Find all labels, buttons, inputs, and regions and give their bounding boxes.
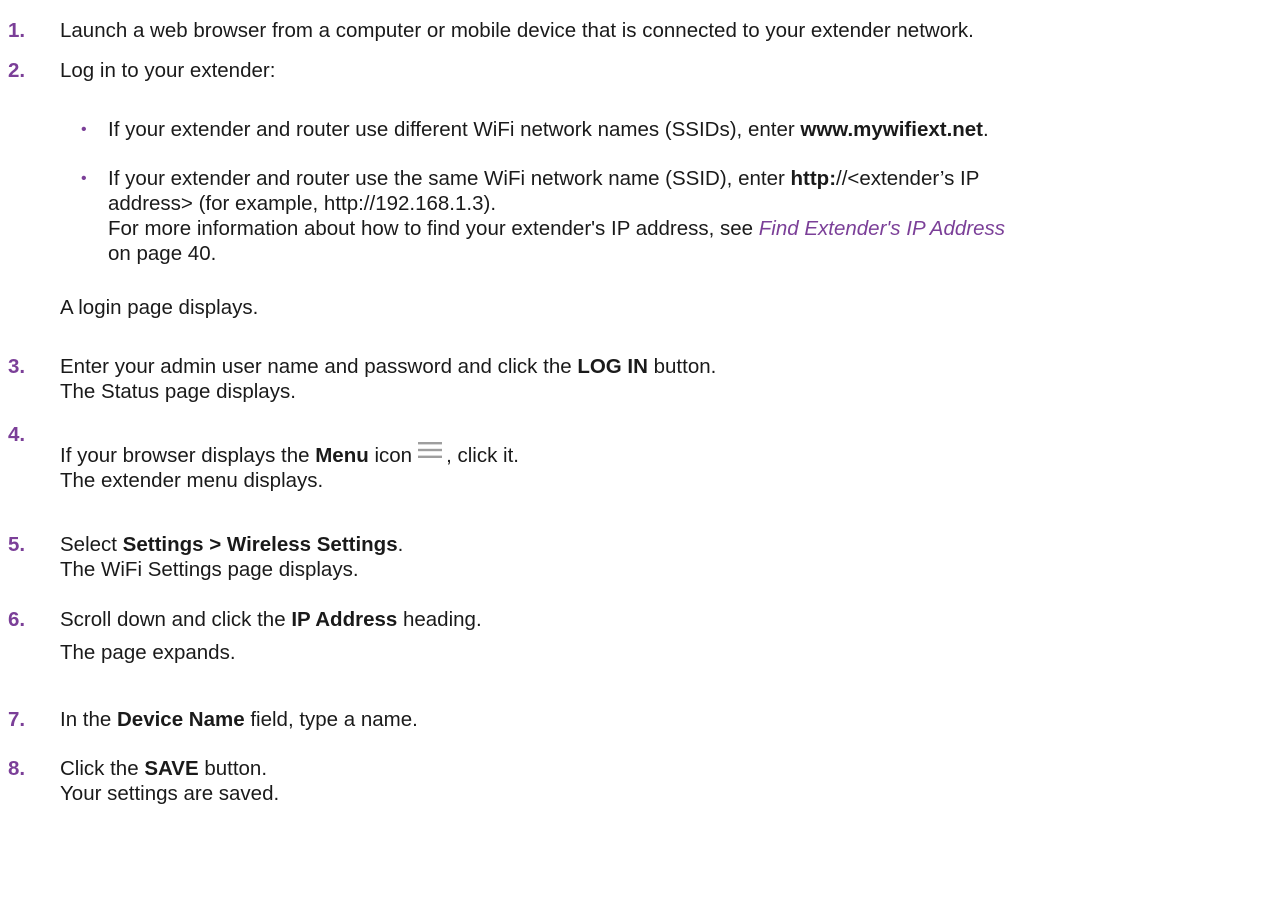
step-text-part: Enter your admin user name and password … [60,355,578,378]
step-line: Enter your admin user name and password … [60,354,1260,379]
find-ip-address-link[interactable]: Find Extender's IP Address [759,217,1005,240]
step-text-part: Select [60,533,123,556]
step-text-part: Click the [60,757,145,780]
step-line: Click the SAVE button. [60,756,1260,781]
step-number: 4. [8,423,26,446]
step-number: 1. [8,19,26,42]
step-number: 5. [8,533,26,556]
menu-label: Menu [315,444,369,467]
step-line: The WiFi Settings page displays. [60,558,359,581]
step-text-part: button. [647,355,717,378]
step-text: Enter your admin user name and password … [60,354,1260,404]
step-number: 7. [8,708,26,731]
login-page-note: A login page displays. [60,296,259,319]
step-text-part: icon [368,444,413,467]
step-text-part: Scroll down and click the [60,608,292,631]
step-line: The extender menu displays. [60,469,324,492]
step-line: The Status page displays. [60,380,296,403]
step-text: In the Device Name field, type a name. [60,707,1260,732]
step-text-part: In the [60,708,117,731]
url-mywifiext: www.mywifiext.net [800,118,984,141]
step-number: 3. [8,355,26,378]
http-prefix: http: [790,167,837,190]
step-text-part: , click it. [446,444,519,467]
bullet-dot: • [81,170,87,187]
bullet-text: If your extender and router use the same… [108,166,1248,266]
step-text: Select Settings > Wireless Settings. The… [60,532,1260,582]
bullet-line: on page 40. [108,242,217,265]
bullet-dot: • [81,121,87,138]
step-text-part: heading. [397,608,482,631]
step-number: 8. [8,757,26,780]
step-text: Scroll down and click the IP Address hea… [60,607,1260,665]
bullet-text-part: For more information about how to find y… [108,217,759,240]
settings-path: Settings > Wireless Settings [122,533,398,556]
bullet-text-part: If your extender and router use differen… [108,118,801,141]
step-line: Your settings are saved. [60,782,280,805]
step-text: If your browser displays the Menu icon , … [60,442,1260,493]
bullet-text-part: //<extender’s IP [836,167,980,190]
step-text: Log in to your extender: [60,59,276,82]
bullet-text-part: If your extender and router use the same… [108,167,791,190]
bullet-line: If your extender and router use the same… [108,166,1248,191]
document-page: 1. Launch a web browser from a computer … [0,0,1264,920]
step-text-part: field, type a name. [244,708,418,731]
step-number: 2. [8,59,26,82]
step-line: If your browser displays the Menu icon , … [60,442,1260,468]
bullet-text: If your extender and router use differen… [108,117,1248,142]
step-line: Scroll down and click the IP Address hea… [60,607,1260,632]
ip-address-heading-label: IP Address [291,608,398,631]
step-number: 6. [8,608,26,631]
bullet-line: For more information about how to find y… [108,216,1248,241]
bullet-text-part: . [983,118,989,141]
step-text-part: . [397,533,404,556]
bullet-line: address> (for example, http://192.168.1.… [108,192,497,215]
login-button-label: LOG IN [577,355,648,378]
step-text-part: If your browser displays the [60,444,316,467]
step-text: Launch a web browser from a computer or … [60,19,974,42]
step-text: Click the SAVE button. Your settings are… [60,756,1260,806]
device-name-label: Device Name [117,708,245,731]
step-line: The page expands. [60,641,236,664]
step-line: Select Settings > Wireless Settings. [60,532,1260,557]
menu-icon [418,442,443,458]
step-text-part: button. [198,757,268,780]
save-button-label: SAVE [144,757,199,780]
